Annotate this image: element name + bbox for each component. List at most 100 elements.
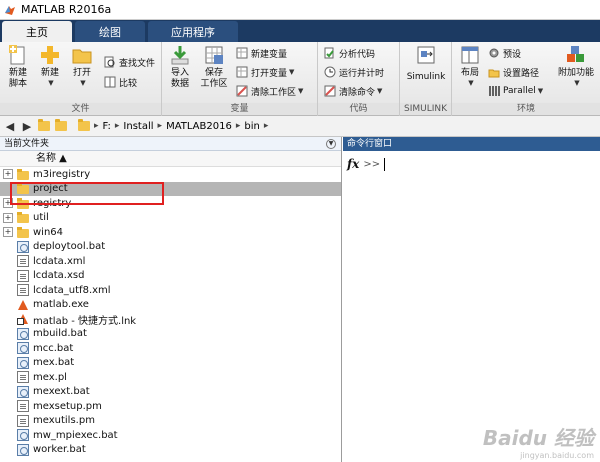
set-path-button[interactable]: 设置路径: [488, 64, 539, 80]
exe-file-icon: [17, 299, 29, 311]
matlab-logo-icon: [5, 5, 15, 15]
expand-icon[interactable]: +: [3, 227, 13, 238]
new-script-button[interactable]: 新建 脚本: [4, 44, 32, 90]
bat-file-icon: [17, 429, 29, 442]
parallel-button[interactable]: Parallel ▼: [488, 83, 543, 99]
compare-button[interactable]: 比较: [104, 74, 137, 90]
expand-icon[interactable]: +: [3, 212, 13, 223]
path-segment-drive[interactable]: F:: [103, 121, 111, 132]
file-list-item[interactable]: lcdata.xsd: [0, 269, 341, 284]
save-workspace-button[interactable]: 保存 工作区: [200, 44, 228, 90]
run-and-time-button[interactable]: 运行并计时: [324, 64, 384, 80]
file-name: mex.bat: [33, 357, 75, 369]
browse-folder-icon[interactable]: [54, 119, 68, 133]
file-name: lcdata_utf8.xml: [33, 284, 111, 296]
open-variable-dropdown-icon[interactable]: ▼: [289, 68, 294, 76]
clear-workspace-button[interactable]: 清除工作区 ▼: [236, 83, 303, 99]
bat-file-icon: [17, 240, 29, 253]
clear-commands-button[interactable]: 清除命令 ▼: [324, 83, 382, 99]
path-separator-icon: ▸: [114, 121, 120, 131]
tab-apps[interactable]: 应用程序: [148, 21, 238, 42]
layout-button[interactable]: 布局 ▼: [456, 44, 484, 87]
path-separator-icon: ▸: [263, 121, 269, 131]
up-folder-icon[interactable]: [37, 119, 51, 133]
new-variable-button[interactable]: 新建变量: [236, 45, 287, 61]
file-list-item[interactable]: mex.pl: [0, 370, 341, 385]
path-segment-install[interactable]: Install: [123, 121, 153, 132]
open-variable-label: 打开变量: [251, 68, 288, 79]
fx-icon[interactable]: fx: [347, 157, 359, 171]
doc-file-icon: [17, 284, 29, 297]
file-list-item[interactable]: mbuild.bat: [0, 327, 341, 342]
file-name: m3iregistry: [33, 168, 91, 180]
file-list-item[interactable]: mw_mpiexec.bat: [0, 428, 341, 443]
addons-dropdown-icon[interactable]: ▼: [574, 79, 579, 87]
path-segment-matlab2016[interactable]: MATLAB2016: [166, 121, 232, 132]
simulink-icon: [415, 44, 437, 66]
addons-button[interactable]: 附加功能 ▼: [556, 44, 596, 87]
analyze-code-label: 分析代码: [339, 49, 376, 60]
file-list-item[interactable]: mexutils.pm: [0, 414, 341, 429]
file-list-item[interactable]: lcdata.xml: [0, 254, 341, 269]
name-column-header[interactable]: 名称 ▲: [0, 151, 341, 167]
file-name: mbuild.bat: [33, 328, 87, 340]
open-variable-button[interactable]: 打开变量 ▼: [236, 64, 294, 80]
path-segment-bin[interactable]: bin: [244, 121, 259, 132]
file-list-item[interactable]: mcc.bat: [0, 341, 341, 356]
path-root-folder-icon: [77, 119, 91, 133]
parallel-dropdown-icon[interactable]: ▼: [538, 87, 543, 95]
command-prompt[interactable]: fx >>: [347, 157, 386, 171]
open-dropdown-icon[interactable]: ▼: [80, 79, 85, 87]
forward-arrow-icon[interactable]: ▶: [20, 119, 34, 133]
file-list-item[interactable]: mex.bat: [0, 356, 341, 371]
back-arrow-icon[interactable]: ◀: [3, 119, 17, 133]
simulink-label: Simulink: [406, 72, 446, 82]
tab-home[interactable]: 主页: [2, 21, 72, 42]
compare-icon: [104, 76, 116, 88]
environment-group: 布局 ▼ 预设 设置路径 Parallel ▼ 附加功能 ▼ 环境: [452, 42, 600, 116]
folder-file-icon: [17, 168, 29, 180]
preferences-label: 预设: [503, 49, 522, 60]
compare-label: 比较: [119, 78, 138, 89]
file-list-item[interactable]: matlab.exe: [0, 298, 341, 313]
current-folder-title: 当前文件夹: [4, 139, 50, 149]
file-name: mcc.bat: [33, 342, 74, 354]
simulink-group: Simulink SIMULINK: [400, 42, 452, 116]
analyze-code-button[interactable]: 分析代码: [324, 45, 375, 61]
variable-group-label: 变量: [162, 103, 317, 115]
open-button[interactable]: 打开 ▼: [68, 44, 96, 87]
file-list-item[interactable]: matlab - 快捷方式.lnk: [0, 312, 341, 327]
clear-commands-dropdown-icon[interactable]: ▼: [377, 87, 382, 95]
file-list-item[interactable]: worker.bat: [0, 443, 341, 458]
import-data-button[interactable]: 导入 数据: [166, 44, 194, 90]
pane-options-icon[interactable]: ▼: [326, 139, 336, 149]
open-label: 打开: [72, 68, 91, 78]
preferences-button[interactable]: 预设: [488, 45, 521, 61]
new-dropdown-icon[interactable]: ▼: [48, 79, 53, 87]
command-window[interactable]: 命令行窗口 fx >>: [343, 137, 600, 462]
text-cursor: [384, 157, 386, 171]
addons-label: 附加功能: [557, 68, 594, 78]
folder-list-item[interactable]: + m3iregistry: [0, 167, 341, 182]
layout-dropdown-icon[interactable]: ▼: [468, 79, 473, 87]
clear-workspace-dropdown-icon[interactable]: ▼: [298, 87, 303, 95]
file-list-item[interactable]: mexsetup.pm: [0, 399, 341, 414]
link-file-icon: [17, 313, 29, 326]
import-data-label: 导入 数据: [170, 68, 189, 89]
doc-file-icon: [17, 371, 29, 384]
file-name: worker.bat: [33, 444, 86, 456]
find-files-button[interactable]: 查找文件: [104, 54, 155, 70]
tab-plots[interactable]: 绘图: [75, 21, 145, 42]
bat-file-icon: [17, 443, 29, 456]
simulink-button[interactable]: Simulink: [404, 44, 448, 83]
title-bar: MATLAB R2016a: [0, 0, 600, 20]
file-list-item[interactable]: lcdata_utf8.xml: [0, 283, 341, 298]
clear-workspace-icon: [236, 85, 248, 97]
folder-list-item[interactable]: + util: [0, 211, 341, 226]
file-list-item[interactable]: deploytool.bat: [0, 240, 341, 255]
variable-group: 导入 数据 保存 工作区 新建变量 打开变量 ▼ 清除工作区 ▼ 变量: [162, 42, 318, 116]
folder-list-item[interactable]: + win64: [0, 225, 341, 240]
expand-icon[interactable]: +: [3, 169, 13, 180]
new-button[interactable]: 新建 ▼: [36, 44, 64, 87]
file-list-item[interactable]: mexext.bat: [0, 385, 341, 400]
